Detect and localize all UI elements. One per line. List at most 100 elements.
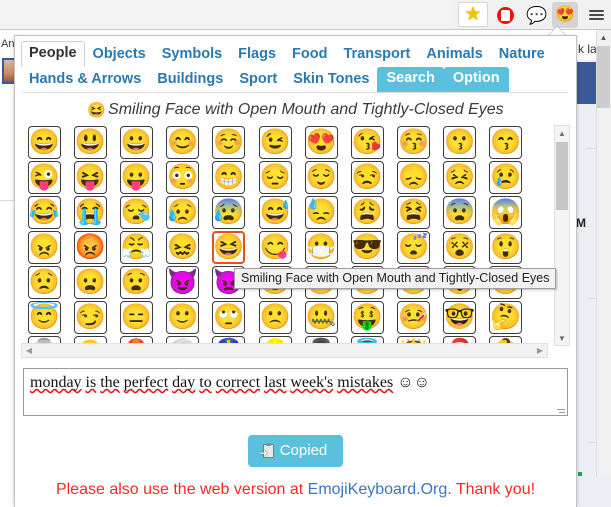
grid-horizontal-scrollbar[interactable]: ◀ ▶ <box>21 343 548 358</box>
tab-sport[interactable]: Sport <box>231 68 285 92</box>
grid-vertical-scrollbar[interactable]: ▲ ▼ <box>554 125 570 346</box>
tab-symbols[interactable]: Symbols <box>154 43 230 67</box>
emoji-cell[interactable]: 😞 <box>391 160 437 195</box>
emoji-button[interactable]: 😗 <box>443 126 477 159</box>
emoji-button[interactable]: 😑 <box>119 301 153 334</box>
emoji-cell[interactable]: 😨 <box>437 195 483 230</box>
emoji-button[interactable]: 😴 <box>397 231 431 264</box>
emoji-button[interactable]: 😰 <box>212 196 246 229</box>
adblock-icon[interactable] <box>492 2 518 28</box>
tab-skin-tones[interactable]: Skin Tones <box>285 68 377 92</box>
emoji-cell[interactable]: 😳 <box>160 160 206 195</box>
emoji-button[interactable]: 😱 <box>489 196 523 229</box>
emoji-button[interactable]: 😧 <box>119 266 153 299</box>
emoji-cell[interactable]: 😥 <box>160 195 206 230</box>
emoji-cell[interactable]: 😆 <box>206 230 252 265</box>
emoji-cell[interactable]: 😩 <box>344 195 390 230</box>
emoji-cell[interactable]: 😋 <box>252 230 298 265</box>
emoji-button[interactable]: 😋 <box>258 231 292 264</box>
emoji-button[interactable]: 😂 <box>27 196 61 229</box>
emoji-button[interactable]: 🙄 <box>212 301 246 334</box>
grid-scroll-left-arrow[interactable]: ◀ <box>22 344 36 357</box>
tab-objects[interactable]: Objects <box>85 43 154 67</box>
emoji-button-selected[interactable]: 😆 <box>212 231 246 264</box>
emoji-button[interactable]: 😙 <box>489 126 523 159</box>
emoji-button[interactable]: 😃 <box>73 126 107 159</box>
emoji-button[interactable]: 😍 <box>304 126 338 159</box>
emoji-button[interactable]: 🤓 <box>443 301 477 334</box>
emoji-button[interactable]: 😥 <box>166 196 200 229</box>
emoji-button[interactable]: 😓 <box>304 196 338 229</box>
emoji-cell[interactable]: 😟 <box>21 265 67 300</box>
emoji-button[interactable]: 😩 <box>350 196 384 229</box>
emoji-cell[interactable]: 😈 <box>160 265 206 300</box>
emoji-button[interactable]: 😏 <box>73 301 107 334</box>
emoji-cell[interactable]: 😀 <box>113 125 159 160</box>
emoji-cell[interactable]: 😠 <box>21 230 67 265</box>
emoji-cell[interactable]: 😁 <box>206 160 252 195</box>
emoji-cell[interactable]: 😘 <box>344 125 390 160</box>
emoji-button[interactable]: 😈 <box>166 266 200 299</box>
emoji-button[interactable]: 🤑 <box>350 301 384 334</box>
emoji-cell[interactable]: 😚 <box>391 125 437 160</box>
emoji-button[interactable]: 😝 <box>73 161 107 194</box>
emoji-button[interactable]: 😁 <box>212 161 246 194</box>
emoji-button[interactable]: 😚 <box>397 126 431 159</box>
emoji-cell[interactable]: 😱 <box>483 195 529 230</box>
tab-hands-arrows[interactable]: Hands & Arrows <box>21 68 149 92</box>
emoji-cell[interactable]: 😏 <box>67 300 113 335</box>
emoji-button[interactable]: 😨 <box>443 196 477 229</box>
emoji-button[interactable]: 😔 <box>258 161 292 194</box>
emoji-button[interactable]: 😡 <box>73 231 107 264</box>
omnibox-area[interactable] <box>0 0 455 29</box>
emoji-cell[interactable]: 😭 <box>67 195 113 230</box>
emoji-button[interactable]: 😒 <box>350 161 384 194</box>
emoji-cell[interactable]: 🙁 <box>252 300 298 335</box>
emoji-cell[interactable]: 😡 <box>67 230 113 265</box>
chrome-menu-icon[interactable] <box>583 2 609 28</box>
emoji-button[interactable]: 😜 <box>27 161 61 194</box>
tab-option[interactable]: Option <box>443 67 509 92</box>
emoji-button[interactable]: 🤔 <box>489 301 523 334</box>
emoji-cell[interactable]: 😫 <box>391 195 437 230</box>
emoji-grid[interactable]: 😄 😃 😀 😊 ☺️ 😉 😍 😘 😚 😗 😙 😜 😝 😛 😳 😁 😔 😌 😒 😞 😣 😢 😂 😭 😪 😥 😰 😅 😓 😩 😫 😨 😱 😠 😡 😤 😖 😆 😋… <box>21 125 548 358</box>
emoji-cell[interactable]: 😪 <box>113 195 159 230</box>
emoji-cell[interactable]: 😃 <box>67 125 113 160</box>
emoji-button[interactable]: 😷 <box>304 231 338 264</box>
emoji-cell[interactable]: 😉 <box>252 125 298 160</box>
emoji-cell[interactable]: 😖 <box>160 230 206 265</box>
emoji-button[interactable]: 😵 <box>443 231 477 264</box>
emoji-cell[interactable]: ☺️ <box>206 125 252 160</box>
emoji-cell[interactable]: 😌 <box>298 160 344 195</box>
emoji-button[interactable]: ☺️ <box>212 126 246 159</box>
browser-scroll-up-arrow[interactable]: ▲ <box>596 30 611 45</box>
emoji-cell[interactable]: 😎 <box>344 230 390 265</box>
tab-animals[interactable]: Animals <box>418 43 490 67</box>
emoji-cell[interactable]: 😒 <box>344 160 390 195</box>
emoji-button[interactable]: 😅 <box>258 196 292 229</box>
emoji-button[interactable]: 😤 <box>119 231 153 264</box>
grid-scroll-up-arrow[interactable]: ▲ <box>555 126 569 140</box>
tab-flags[interactable]: Flags <box>230 43 284 67</box>
emoji-cell[interactable]: 🤑 <box>344 300 390 335</box>
emoji-button[interactable]: 😄 <box>27 126 61 159</box>
emoji-button[interactable]: 🤒 <box>397 301 431 334</box>
emoji-button[interactable]: 😭 <box>73 196 107 229</box>
emoji-button[interactable]: 😲 <box>489 231 523 264</box>
grid-vertical-scroll-thumb[interactable] <box>556 142 568 210</box>
emoji-cell[interactable]: 😂 <box>21 195 67 230</box>
emoji-button[interactable]: 🙁 <box>258 301 292 334</box>
emoji-cell[interactable]: 😛 <box>113 160 159 195</box>
emoji-button[interactable]: 😉 <box>258 126 292 159</box>
emoji-cell[interactable]: 😴 <box>391 230 437 265</box>
emoji-cell[interactable]: 😄 <box>21 125 67 160</box>
grid-scroll-right-arrow[interactable]: ▶ <box>533 344 547 357</box>
emoji-cell[interactable]: 😤 <box>113 230 159 265</box>
tab-food[interactable]: Food <box>284 43 335 67</box>
grid-scroll-down-arrow[interactable]: ▼ <box>555 331 569 345</box>
emoji-cell[interactable]: 😦 <box>67 265 113 300</box>
emoji-button[interactable]: 😦 <box>73 266 107 299</box>
emoji-button[interactable]: 😊 <box>166 126 200 159</box>
emoji-cell[interactable]: 😢 <box>483 160 529 195</box>
emoji-button[interactable]: 🙂 <box>166 301 200 334</box>
